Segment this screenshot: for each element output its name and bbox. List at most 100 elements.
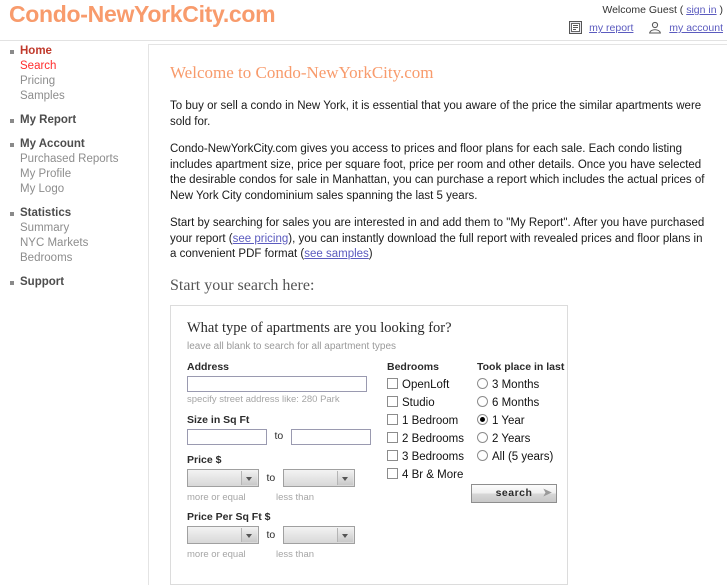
sidebar-sub-label: Purchased Reports	[20, 153, 119, 165]
search-form-panel: What type of apartments are you looking …	[170, 304, 568, 585]
price-per-sqft-label: Price Per Sq Ft $	[187, 510, 271, 523]
sidebar-group-support: Support	[0, 275, 140, 290]
sidebar-item-my-profile[interactable]: My Profile	[0, 167, 140, 182]
search-form-hint: leave all blank to search for all apartm…	[187, 340, 396, 352]
price-per-sqft-max-select[interactable]	[282, 525, 355, 544]
size-max-input[interactable]	[290, 428, 371, 445]
see-pricing-link[interactable]: see pricing	[233, 233, 289, 245]
sidebar-item-home[interactable]: Home	[0, 44, 140, 59]
search-button[interactable]: search ➤	[471, 483, 557, 503]
account-links: my report my account	[569, 20, 723, 39]
price-max-select[interactable]	[282, 468, 355, 487]
price-range-row: to	[187, 468, 383, 487]
sidebar-item-samples[interactable]: Samples	[0, 89, 140, 104]
took-place-option-3-months[interactable]: 3 Months	[477, 376, 577, 394]
price-per-sqft-to-label: to	[266, 528, 276, 541]
sign-in-link[interactable]: sign in	[686, 4, 716, 16]
took-place-option-label: All (5 years)	[492, 450, 554, 463]
sidebar-group-statistics: Statistics Summary NYC Markets Bedrooms	[0, 206, 140, 266]
bedroom-option-1-bedroom[interactable]: 1 Bedroom	[387, 412, 475, 430]
took-place-option-1-year[interactable]: 1 Year	[477, 412, 577, 430]
search-form-question: What type of apartments are you looking …	[187, 319, 452, 336]
bedrooms-column: Bedrooms OpenLoft Studio 1 Bedroom 2 Bed…	[387, 361, 475, 484]
size-to-label: to	[274, 430, 284, 443]
my-report-link[interactable]: my report	[589, 22, 633, 34]
page-title: Welcome to Condo-NewYorkCity.com	[170, 63, 434, 82]
chevron-down-icon	[336, 527, 353, 542]
size-min-input[interactable]	[187, 428, 267, 445]
bullet-icon	[10, 143, 14, 147]
header-account-area: Welcome Guest ( sign in ) my report my a…	[569, 4, 723, 39]
paragraph3-part-c: )	[368, 248, 373, 260]
price-per-sqft-range-row: to	[187, 525, 383, 544]
my-account-link[interactable]: my account	[669, 22, 723, 34]
chevron-down-icon	[241, 527, 257, 542]
chevron-down-icon	[241, 470, 257, 485]
site-logo[interactable]: Condo-NewYorkCity.com	[9, 1, 276, 28]
bedroom-option-4-br-and-more[interactable]: 4 Br & More	[387, 466, 475, 484]
price-per-sqft-min-note: more or equal	[187, 548, 246, 560]
report-icon	[569, 21, 583, 39]
checkbox-icon[interactable]	[387, 431, 398, 443]
sidebar-item-bedrooms[interactable]: Bedrooms	[0, 251, 140, 266]
took-place-option-6-months[interactable]: 6 Months	[477, 394, 577, 412]
sidebar-sub-label: Summary	[20, 222, 70, 234]
welcome-line: Welcome Guest ( sign in )	[569, 4, 723, 17]
radio-icon[interactable]	[477, 395, 488, 407]
search-button-label: search	[495, 486, 533, 499]
took-place-option-label: 2 Years	[492, 432, 531, 445]
radio-icon[interactable]	[477, 431, 488, 443]
sidebar-item-my-account[interactable]: My Account	[0, 137, 140, 152]
sidebar-item-my-logo[interactable]: My Logo	[0, 182, 140, 197]
bullet-icon	[10, 119, 14, 123]
sidebar-sub-label: My Profile	[20, 168, 72, 180]
search-section-title: Start your search here:	[170, 276, 315, 294]
checkbox-icon[interactable]	[387, 377, 398, 389]
sidebar-item-statistics[interactable]: Statistics	[0, 206, 140, 221]
sidebar-head-label: Support	[20, 276, 65, 288]
welcome-text-suffix: )	[719, 4, 724, 16]
bedroom-option-3-bedrooms[interactable]: 3 Bedrooms	[387, 448, 475, 466]
bedroom-option-2-bedrooms[interactable]: 2 Bedrooms	[387, 430, 475, 448]
sidebar-sub-label: NYC Markets	[20, 237, 89, 249]
radio-icon[interactable]	[477, 449, 488, 461]
sidebar-item-nyc-markets[interactable]: NYC Markets	[0, 236, 140, 251]
sidebar-item-my-report[interactable]: My Report	[0, 113, 140, 128]
took-place-option-2-years[interactable]: 2 Years	[477, 430, 577, 448]
see-samples-link[interactable]: see samples	[304, 248, 369, 260]
took-place-column: Took place in last 3 Months 6 Months 1 Y…	[477, 361, 577, 466]
address-input[interactable]	[187, 375, 367, 392]
size-label: Size in Sq Ft	[187, 413, 250, 426]
sidebar-head-label: Statistics	[20, 207, 72, 219]
took-place-option-label: 3 Months	[492, 378, 540, 391]
bedroom-option-label: OpenLoft	[402, 378, 450, 391]
arrow-right-icon: ➤	[542, 486, 553, 499]
checkbox-icon[interactable]	[387, 413, 398, 425]
chevron-down-icon	[336, 470, 353, 485]
sidebar-head-label: My Account	[20, 138, 85, 150]
radio-icon-selected[interactable]	[477, 413, 488, 425]
bedroom-option-openloft[interactable]: OpenLoft	[387, 376, 475, 394]
bedroom-option-label: 4 Br & More	[402, 468, 464, 481]
radio-icon[interactable]	[477, 377, 488, 389]
bedroom-option-studio[interactable]: Studio	[387, 394, 475, 412]
sidebar-item-search[interactable]: Search	[0, 59, 140, 74]
price-min-note: more or equal	[187, 491, 246, 503]
checkbox-icon[interactable]	[387, 449, 398, 461]
bedrooms-label: Bedrooms	[387, 360, 439, 373]
sidebar-item-summary[interactable]: Summary	[0, 221, 140, 236]
price-min-select[interactable]	[187, 468, 259, 487]
checkbox-icon[interactable]	[387, 467, 398, 479]
bedroom-option-label: Studio	[402, 396, 435, 409]
sidebar-item-purchased-reports[interactable]: Purchased Reports	[0, 152, 140, 167]
sidebar-group-my-account: My Account Purchased Reports My Profile …	[0, 137, 140, 197]
took-place-option-all-5-years[interactable]: All (5 years)	[477, 448, 577, 466]
checkbox-icon[interactable]	[387, 395, 398, 407]
address-note: specify street address like: 280 Park	[187, 393, 340, 405]
price-per-sqft-min-select[interactable]	[187, 525, 259, 544]
sidebar-item-support[interactable]: Support	[0, 275, 140, 290]
bullet-icon	[10, 212, 14, 216]
sidebar-item-pricing[interactable]: Pricing	[0, 74, 140, 89]
sidebar-nav: Home Search Pricing Samples My Report My…	[0, 44, 140, 299]
price-per-sqft-max-note: less than	[276, 548, 315, 560]
